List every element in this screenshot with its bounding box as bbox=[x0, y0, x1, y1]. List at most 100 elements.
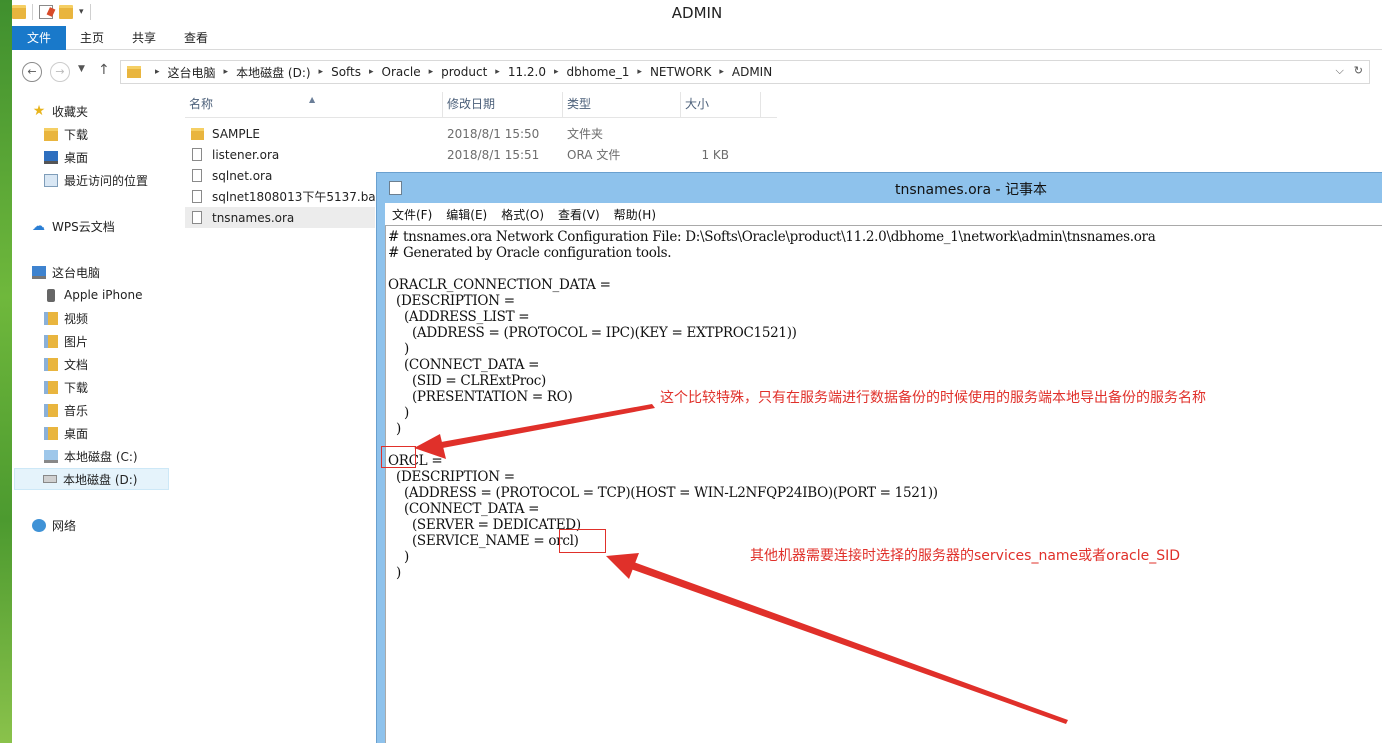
annotation-text-special-service: 这个比较特殊，只有在服务端进行数据备份的时候使用的服务端本地导出备份的服务名称 bbox=[660, 390, 1206, 406]
chevron-right-icon[interactable]: ▸ bbox=[369, 67, 374, 77]
breadcrumb-dbhome[interactable]: dbhome_1 bbox=[567, 65, 630, 79]
computer-icon bbox=[32, 265, 46, 279]
sidebar-item-downloads-lib[interactable]: 下载 bbox=[44, 376, 202, 398]
sidebar-item-documents[interactable]: 文档 bbox=[44, 353, 202, 375]
breadcrumb-network[interactable]: NETWORK bbox=[650, 65, 711, 79]
up-arrow-icon[interactable]: ↑ bbox=[98, 62, 110, 78]
chevron-right-icon[interactable]: ▸ bbox=[429, 67, 434, 77]
sidebar-item-drive-d[interactable]: 本地磁盘 (D:) bbox=[14, 468, 169, 490]
notepad-menubar: 文件(F) 编辑(E) 格式(O) 查看(V) 帮助(H) bbox=[385, 203, 1382, 225]
file-name: sqlnet.ora bbox=[212, 168, 273, 183]
column-header-date[interactable]: 修改日期 bbox=[443, 92, 563, 118]
file-row[interactable]: SAMPLE 2018/8/1 15:50 文件夹 bbox=[185, 123, 777, 144]
breadcrumb-product[interactable]: product bbox=[441, 65, 487, 79]
breadcrumb-admin[interactable]: ADMIN bbox=[732, 65, 772, 79]
file-row-selected[interactable]: tnsnames.ora bbox=[185, 207, 375, 228]
folder-icon bbox=[44, 127, 58, 141]
notepad-text-area[interactable]: # tnsnames.ora Network Configuration Fil… bbox=[385, 225, 1382, 743]
navigation-bar: ← → ▼ ↑ ▸ 这台电脑 ▸ 本地磁盘 (D:) ▸ Softs ▸ Ora… bbox=[12, 56, 1382, 86]
sidebar-item-apple-iphone[interactable]: Apple iPhone bbox=[44, 284, 202, 306]
breadcrumb-softs[interactable]: Softs bbox=[331, 65, 361, 79]
back-button[interactable]: ← bbox=[22, 62, 42, 82]
file-icon bbox=[192, 169, 202, 182]
tab-file[interactable]: 文件 bbox=[12, 26, 67, 50]
address-bar[interactable]: ▸ 这台电脑 ▸ 本地磁盘 (D:) ▸ Softs ▸ Oracle ▸ pr… bbox=[120, 60, 1370, 84]
file-name: sqlnet1808013下午5137.bak bbox=[212, 190, 383, 204]
sidebar-item-desktop[interactable]: 桌面 bbox=[44, 146, 202, 168]
file-row[interactable]: listener.ora 2018/8/1 15:51 ORA 文件 1 KB bbox=[185, 144, 777, 165]
file-icon bbox=[192, 148, 202, 161]
tab-home[interactable]: 主页 bbox=[66, 26, 118, 50]
file-name: SAMPLE bbox=[212, 126, 260, 141]
highlight-box-orcl bbox=[381, 446, 416, 468]
sidebar-item-videos[interactable]: 视频 bbox=[44, 307, 202, 329]
menu-help[interactable]: 帮助(H) bbox=[614, 206, 656, 223]
menu-file[interactable]: 文件(F) bbox=[392, 206, 432, 223]
breadcrumb-this-pc[interactable]: 这台电脑 bbox=[168, 64, 216, 81]
file-date: 2018/8/1 15:51 bbox=[447, 147, 540, 162]
menu-view[interactable]: 查看(V) bbox=[558, 206, 600, 223]
sidebar-item-label: Apple iPhone bbox=[64, 288, 143, 302]
sidebar-item-music[interactable]: 音乐 bbox=[44, 399, 202, 421]
column-header-name[interactable]: ▲ 名称 bbox=[185, 92, 443, 118]
folder-icon bbox=[127, 66, 141, 78]
chevron-down-icon[interactable]: ⌵ bbox=[1335, 64, 1343, 78]
sidebar-item-label: 下载 bbox=[64, 127, 89, 142]
breadcrumb-oracle[interactable]: Oracle bbox=[382, 65, 421, 79]
chevron-right-icon[interactable]: ▸ bbox=[495, 67, 500, 77]
forward-button[interactable]: → bbox=[50, 62, 70, 82]
drive-d-icon bbox=[43, 475, 57, 483]
column-header-size[interactable]: 大小 bbox=[681, 92, 761, 118]
phone-icon bbox=[47, 288, 55, 302]
chevron-right-icon[interactable]: ▸ bbox=[719, 67, 724, 77]
sidebar-item-label: 图片 bbox=[64, 334, 89, 349]
network-icon bbox=[32, 518, 46, 532]
sidebar-item-label: 桌面 bbox=[64, 150, 89, 165]
menu-format[interactable]: 格式(O) bbox=[501, 206, 544, 223]
sidebar-item-downloads[interactable]: 下载 bbox=[44, 123, 202, 145]
address-bar-actions: ⌵ ↻ bbox=[1335, 64, 1363, 78]
chevron-right-icon[interactable]: ▸ bbox=[224, 67, 229, 77]
sidebar-item-desktop-lib[interactable]: 桌面 bbox=[44, 422, 202, 444]
sidebar-item-drive-c[interactable]: 本地磁盘 (C:) bbox=[44, 445, 202, 467]
column-header-type[interactable]: 类型 bbox=[563, 92, 681, 118]
file-type: ORA 文件 bbox=[567, 148, 621, 162]
file-icon bbox=[192, 211, 202, 224]
recent-locations-icon[interactable]: ▼ bbox=[78, 64, 85, 74]
notepad-titlebar[interactable]: tnsnames.ora - 记事本 bbox=[377, 173, 1382, 203]
sidebar-item-wps-cloud[interactable]: ☁ WPS云文档 bbox=[32, 215, 190, 237]
drive-c-icon bbox=[44, 449, 58, 463]
sidebar-item-label: 音乐 bbox=[64, 403, 89, 418]
tab-share[interactable]: 共享 bbox=[118, 26, 170, 50]
chevron-right-icon[interactable]: ▸ bbox=[554, 67, 559, 77]
library-icon bbox=[44, 357, 58, 371]
file-name: tnsnames.ora bbox=[212, 210, 295, 225]
sidebar-item-network[interactable]: 网络 bbox=[32, 514, 190, 536]
sidebar-item-label: 这台电脑 bbox=[52, 265, 101, 280]
notepad-window: tnsnames.ora - 记事本 文件(F) 编辑(E) 格式(O) 查看(… bbox=[376, 172, 1382, 743]
sidebar-item-favorites[interactable]: ★ 收藏夹 bbox=[32, 100, 190, 122]
sidebar-item-label: 文档 bbox=[64, 357, 89, 372]
column-headers: ▲ 名称 修改日期 类型 大小 bbox=[185, 92, 777, 118]
sidebar-item-recent-places[interactable]: 最近访问的位置 bbox=[44, 169, 202, 191]
sidebar-item-label: 视频 bbox=[64, 311, 89, 326]
sidebar-item-label: 最近访问的位置 bbox=[64, 173, 149, 188]
sidebar-item-label: 桌面 bbox=[64, 426, 89, 441]
library-icon bbox=[44, 334, 58, 348]
desktop-icon bbox=[44, 150, 58, 164]
chevron-right-icon[interactable]: ▸ bbox=[319, 67, 324, 77]
file-size: 1 KB bbox=[701, 147, 729, 162]
menu-edit[interactable]: 编辑(E) bbox=[446, 206, 487, 223]
library-icon bbox=[44, 426, 58, 440]
breadcrumb-drive-d[interactable]: 本地磁盘 (D:) bbox=[236, 64, 310, 81]
star-icon: ★ bbox=[32, 102, 46, 119]
tab-view[interactable]: 查看 bbox=[170, 26, 222, 50]
chevron-right-icon[interactable]: ▸ bbox=[637, 67, 642, 77]
explorer-titlebar: ▾ ADMIN bbox=[12, 0, 1382, 26]
refresh-icon[interactable]: ↻ bbox=[1354, 64, 1363, 78]
sort-ascending-icon: ▲ bbox=[309, 95, 316, 104]
sidebar-item-this-pc[interactable]: 这台电脑 bbox=[32, 261, 190, 283]
sidebar-item-pictures[interactable]: 图片 bbox=[44, 330, 202, 352]
breadcrumb-version[interactable]: 11.2.0 bbox=[508, 65, 546, 79]
file-name: listener.ora bbox=[212, 147, 280, 162]
